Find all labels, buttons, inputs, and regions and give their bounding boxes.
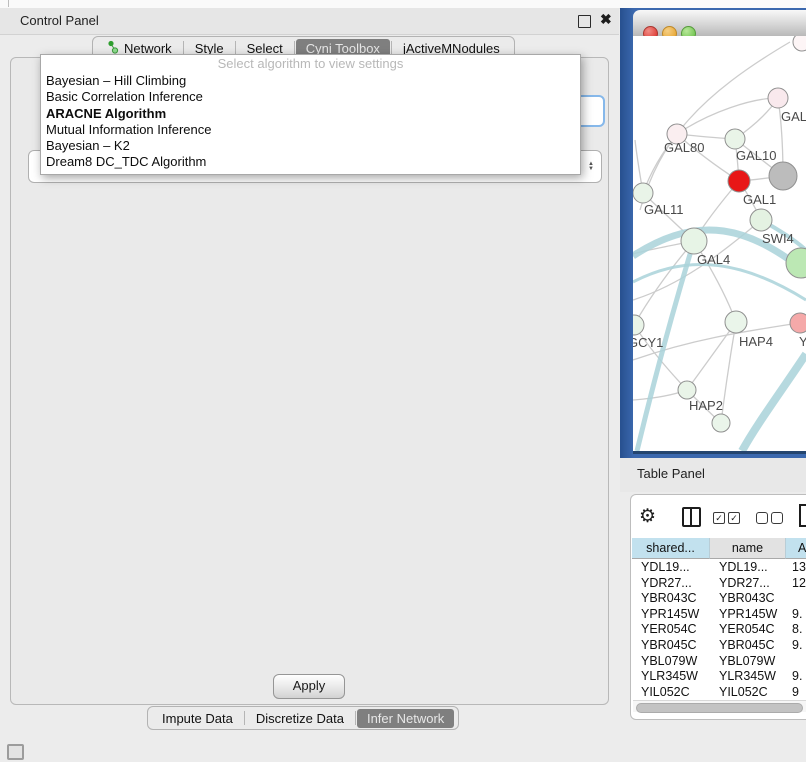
tab-separator bbox=[244, 711, 245, 725]
top-strip-divider bbox=[8, 0, 9, 7]
tab-separator bbox=[235, 41, 236, 55]
network-node-label: GAL80 bbox=[664, 140, 704, 155]
table-cell[interactable]: YDR27... bbox=[719, 576, 770, 592]
table-cell[interactable]: YIL052C bbox=[641, 685, 690, 701]
table-cell[interactable]: YER054C bbox=[641, 622, 697, 638]
network-node-y[interactable] bbox=[790, 313, 806, 333]
algorithm-option[interactable]: ARACNE Algorithm bbox=[41, 106, 580, 122]
table-cell[interactable]: YPR145W bbox=[641, 607, 699, 623]
gear-icon[interactable]: ⚙ bbox=[639, 505, 656, 528]
network-node-label: GAL11 bbox=[644, 202, 684, 217]
network-node-label: Y bbox=[799, 334, 806, 349]
checked-checkbox-icon[interactable]: ✓ bbox=[713, 512, 725, 524]
table-panel-title: Table Panel bbox=[637, 466, 705, 481]
table-cell[interactable]: YBR045C bbox=[719, 638, 775, 654]
unchecked-checkbox-icon[interactable] bbox=[756, 512, 768, 524]
columns-icon[interactable] bbox=[682, 507, 701, 527]
table-cell[interactable]: YBR045C bbox=[641, 638, 697, 654]
table-cell[interactable]: YBR043C bbox=[719, 591, 775, 607]
algorithm-option[interactable]: Bayesian – Hill Climbing bbox=[41, 73, 580, 89]
table-cell[interactable]: 9. bbox=[792, 669, 802, 685]
table-cell[interactable]: 12 bbox=[792, 576, 806, 592]
network-node-gal10[interactable] bbox=[725, 129, 745, 149]
network-window-bottom-edge bbox=[633, 451, 806, 454]
network-edge bbox=[687, 322, 736, 390]
algorithm-option[interactable]: Dream8 DC_TDC Algorithm bbox=[41, 154, 580, 170]
network-edge bbox=[721, 322, 736, 423]
table-cell[interactable]: YIL052C bbox=[719, 685, 768, 701]
table-column-header[interactable]: shared... bbox=[632, 538, 710, 559]
network-canvas[interactable]: GAL GAL80 GAL10 GAL1 GAL11 SWI4 GAL4 GCY1 HAP4 Y H… bbox=[633, 36, 806, 451]
network-node-swi4[interactable] bbox=[750, 209, 772, 231]
network-edge-highlighted bbox=[633, 264, 806, 300]
algorithm-option[interactable]: Basic Correlation Inference bbox=[41, 89, 580, 105]
table-cell[interactable]: 13 bbox=[792, 560, 806, 576]
network-node-hap4[interactable] bbox=[725, 311, 747, 333]
network-node[interactable] bbox=[786, 248, 806, 278]
bottom-tabbar: Impute Data Discretize Data Infer Network bbox=[147, 706, 459, 730]
float-panel-icon[interactable] bbox=[578, 15, 591, 28]
network-node-gal4[interactable] bbox=[681, 228, 707, 254]
table-column-header[interactable]: A bbox=[786, 538, 806, 559]
algorithm-dropdown: Select algorithm to view settings Bayesi… bbox=[40, 54, 581, 175]
network-node-gcy1[interactable] bbox=[633, 315, 644, 335]
table-cell[interactable]: YBL079W bbox=[719, 654, 775, 670]
unchecked-checkbox-icon[interactable] bbox=[771, 512, 783, 524]
table-cell[interactable]: YBR043C bbox=[641, 591, 697, 607]
network-node-gal1[interactable] bbox=[728, 170, 750, 192]
screen: Control Panel ✖ NetworkStyleSelectCyni T… bbox=[0, 0, 806, 762]
table-horizontal-scrollbar[interactable] bbox=[633, 700, 806, 712]
network-node[interactable] bbox=[712, 414, 730, 432]
apply-button[interactable]: Apply bbox=[273, 674, 345, 699]
tab-label: Discretize Data bbox=[256, 711, 344, 726]
tab-separator bbox=[183, 41, 184, 55]
network-node-label: GAL10 bbox=[736, 148, 776, 163]
table-column-header[interactable]: name bbox=[710, 538, 786, 559]
checked-checkbox-icon[interactable]: ✓ bbox=[728, 512, 740, 524]
network-window-titlebar[interactable] bbox=[633, 10, 806, 37]
stepper-arrows-icon: ▲▼ bbox=[588, 162, 594, 172]
tab-separator bbox=[294, 41, 295, 55]
network-node-gal11[interactable] bbox=[633, 183, 653, 203]
tab-impute-data[interactable]: Impute Data bbox=[152, 709, 243, 728]
table-cell[interactable]: YPR145W bbox=[719, 607, 777, 623]
network-edge-highlighted bbox=[742, 354, 806, 451]
tab-separator bbox=[355, 711, 356, 725]
control-panel-title: Control Panel bbox=[20, 13, 99, 28]
table-cell[interactable]: YDL19... bbox=[641, 560, 690, 576]
table-cell[interactable]: YLR345W bbox=[719, 669, 776, 685]
network-node-label: GAL1 bbox=[743, 192, 776, 207]
network-node-label: SWI4 bbox=[762, 231, 794, 246]
tab-label: Infer Network bbox=[367, 711, 444, 726]
close-icon[interactable]: ✖ bbox=[600, 11, 612, 28]
network-node-label: HAP4 bbox=[739, 334, 773, 349]
tab-separator bbox=[391, 41, 392, 55]
network-node-label: GAL4 bbox=[697, 252, 730, 267]
network-node-label: GAL bbox=[781, 109, 806, 124]
table-cell[interactable]: YDR27... bbox=[641, 576, 692, 592]
algorithm-option[interactable]: Bayesian – K2 bbox=[41, 138, 580, 154]
algorithm-option[interactable]: Mutual Information Inference bbox=[41, 122, 580, 138]
table-cell[interactable]: 9. bbox=[792, 638, 802, 654]
page-icon[interactable] bbox=[799, 504, 806, 527]
network-node[interactable] bbox=[769, 162, 797, 190]
table-cell[interactable]: 8. bbox=[792, 622, 802, 638]
tab-infer-network[interactable]: Infer Network bbox=[357, 709, 454, 728]
table-cell[interactable]: 9 bbox=[792, 685, 799, 701]
tab-discretize-data[interactable]: Discretize Data bbox=[246, 709, 354, 728]
table-cell[interactable]: YLR345W bbox=[641, 669, 698, 685]
table-cell[interactable]: YER054C bbox=[719, 622, 775, 638]
network-node-gal[interactable] bbox=[768, 88, 788, 108]
table-cell[interactable]: YBL079W bbox=[641, 654, 697, 670]
algorithm-dropdown-prompt: Select algorithm to view settings bbox=[41, 55, 580, 73]
table-cell[interactable]: YDL19... bbox=[719, 560, 768, 576]
network-node[interactable] bbox=[793, 36, 806, 51]
network-node-label: HAP2 bbox=[689, 398, 723, 413]
network-node-hap2[interactable] bbox=[678, 381, 696, 399]
dock-panel-icon[interactable] bbox=[7, 744, 24, 760]
network-node-label: GCY1 bbox=[633, 335, 663, 350]
tab-label: Impute Data bbox=[162, 711, 233, 726]
network-edge bbox=[640, 42, 790, 210]
table-cell[interactable]: 9. bbox=[792, 607, 802, 623]
